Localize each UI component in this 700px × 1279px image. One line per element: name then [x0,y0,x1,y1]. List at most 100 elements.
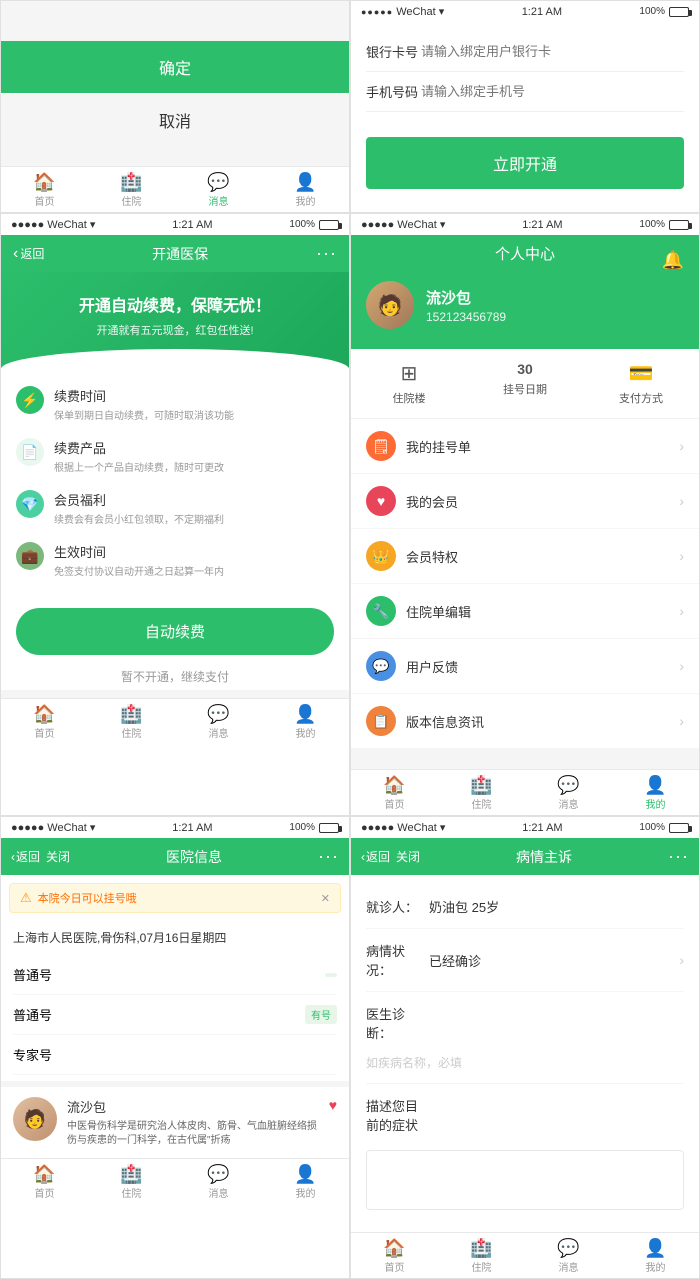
skip-link[interactable]: 暂不开通，继续支付 [1,663,349,690]
message-icon-r: 💬 [207,705,229,723]
tab-bar-hospital: 🏠 首页 🏥 住院 💬 消息 👤 我的 [1,1158,349,1204]
complaint-back-button[interactable]: ‹ 返回 [361,848,390,865]
patient-value: 奶油包 25岁 [429,897,684,916]
tab-profile-home[interactable]: 🏠 首页 [351,776,438,811]
notice-text: 本院今日可以挂号哦 [38,890,137,906]
privilege-icon: 👑 [366,541,396,571]
tab-renew-mine[interactable]: 👤 我的 [262,705,349,740]
home-icon-p: 🏠 [383,776,405,794]
feature-time-icon: ⚡ [16,386,44,414]
feature-member-desc: 续费会有会员小红包领取，不定期福利 [54,511,224,526]
quick-nav-ward[interactable]: ⊞ 住院楼 [351,361,467,406]
panel-hospital: ●●●●● WeChat ▾ 1:21 AM 100% ‹ 返回 关闭 医院信息… [0,816,350,1279]
tab-renew-home[interactable]: 🏠 首页 [1,705,88,740]
tab-renew-msg-label: 消息 [209,725,229,740]
renew-banner-sub: 开通就有五元现金，红包任性送! [16,322,334,338]
tab-hospital-label: 住院 [122,193,142,208]
hospital-close-button[interactable]: 关闭 [46,848,70,865]
dept-item-1[interactable]: 普通号 有号 [13,995,337,1035]
bank-card-input[interactable] [421,44,684,59]
feature-effect-desc: 免签支付协议自动开通之日起算一年内 [54,563,224,578]
panel-profile: ●●●●● WeChat ▾ 1:21 AM 100% 个人中心 🔔 🧑 流沙包… [350,213,700,816]
feature-member-icon: 💎 [16,490,44,518]
menu-item-edit[interactable]: 🔧 住院单编辑 › [351,584,699,639]
diagnosis-label: 医生诊断： [366,1004,421,1042]
hospital-more-icon[interactable]: ··· [318,846,339,867]
complaint-more-icon[interactable]: ··· [668,846,689,867]
feature-product-title: 续费产品 [54,438,224,457]
edit-icon: 🔧 [366,596,396,626]
tab-complaint-msg-label: 消息 [559,1259,579,1274]
dept-badge-0 [325,973,337,977]
arrow-icon-feedback: › [679,658,684,674]
bell-icon[interactable]: 🔔 [662,250,684,271]
tab-renew-msg[interactable]: 💬 消息 [175,705,262,740]
menu-item-feedback[interactable]: 💬 用户反馈 › [351,639,699,694]
privilege-label: 会员特权 [406,547,669,566]
feature-time-title: 续费时间 [54,386,234,405]
tab-profile-mine[interactable]: 👤 我的 [612,776,699,811]
doctor-desc: 中医骨伤科学是研究治人体皮肉、筋骨、气血脏腑经络损伤与疾患的一门科学，在古代属"… [67,1120,319,1148]
feature-item-member: 💎 会员福利 续费会有会员小红包领取，不定期福利 [16,482,334,534]
profile-name: 流沙包 [426,287,506,308]
dept-list: 普通号 普通号 有号 专家号 [1,955,349,1075]
tab-messages[interactable]: 💬 消息 [175,173,262,208]
auto-renew-button[interactable]: 自动续费 [16,608,334,655]
menu-item-orders[interactable]: 🗒 我的挂号单 › [351,419,699,474]
hospital-back-button[interactable]: ‹ 返回 [11,848,40,865]
feature-effect-title: 生效时间 [54,542,224,561]
tab-hospital-msg-label: 消息 [209,1185,229,1200]
arrow-icon-version: › [679,713,684,729]
tab-hospital-ward[interactable]: 🏥 住院 [88,1165,175,1200]
complaint-close-button[interactable]: 关闭 [396,848,420,865]
tab-hospital[interactable]: 🏥 住院 [88,173,175,208]
condition-row[interactable]: 病情状况： 已经确诊 › [366,929,684,992]
tab-renew-hospital[interactable]: 🏥 住院 [88,705,175,740]
feature-time-desc: 保单到期日自动续费，可随时取消该功能 [54,407,234,422]
dept-item-0[interactable]: 普通号 [13,955,337,995]
renew-more-icon[interactable]: ··· [316,243,337,264]
desc-textarea[interactable] [366,1150,684,1210]
diagnosis-row: 医生诊断： 如疾病名称，必填 [366,992,684,1084]
menu-item-member[interactable]: ♥ 我的会员 › [351,474,699,529]
patient-label: 就诊人： [366,897,421,916]
status-bar-renew: ●●●●● WeChat ▾ 1:21 AM 100% [1,214,349,235]
confirm-button[interactable]: 确定 [1,41,349,93]
notice-close-button[interactable]: ✕ [321,892,330,905]
renew-back-button[interactable]: ‹ 返回 [13,245,44,263]
home-icon-c: 🏠 [383,1239,405,1257]
panel-bank: ●●●●● WeChat ▾ 1:21 AM 100% 银行卡号 手机号码 立即… [350,0,700,213]
arrow-icon-orders: › [679,438,684,454]
open-service-button[interactable]: 立即开通 [366,137,684,189]
heart-icon[interactable]: ♥ [329,1097,337,1113]
menu-item-privilege[interactable]: 👑 会员特权 › [351,529,699,584]
tab-messages-label: 消息 [209,193,229,208]
phone-label: 手机号码 [366,82,421,101]
tab-complaint-mine[interactable]: 👤 我的 [612,1239,699,1274]
tab-complaint-home[interactable]: 🏠 首页 [351,1239,438,1274]
tab-profile-mine-label: 我的 [646,796,666,811]
diagnosis-placeholder: 如疾病名称，必填 [366,1054,462,1071]
tab-complaint-msg[interactable]: 💬 消息 [525,1239,612,1274]
tab-hospital-mine[interactable]: 👤 我的 [262,1165,349,1200]
quick-nav-payment[interactable]: 💳 支付方式 [583,361,699,406]
tab-renew-home-label: 首页 [35,725,55,740]
tab-hospital-msg[interactable]: 💬 消息 [175,1165,262,1200]
menu-item-version[interactable]: 📋 版本信息资讯 › [351,694,699,749]
cancel-button[interactable]: 取消 [1,94,349,146]
battery-icon [669,7,689,17]
calendar-icon: 30 [517,361,533,377]
profile-header: 🧑 流沙包 152123456789 [351,269,699,349]
tab-hospital-home[interactable]: 🏠 首页 [1,1165,88,1200]
tab-profile-hospital[interactable]: 🏥 住院 [438,776,525,811]
dept-item-2[interactable]: 专家号 [13,1035,337,1075]
tab-complaint-hospital[interactable]: 🏥 住院 [438,1239,525,1274]
battery-icon-hospital [319,823,339,833]
status-bar-hospital: ●●●●● WeChat ▾ 1:21 AM 100% [1,817,349,838]
feature-effect-icon: 💼 [16,542,44,570]
tab-mine[interactable]: 👤 我的 [262,173,349,208]
tab-home[interactable]: 🏠 首页 [1,173,88,208]
tab-profile-msg[interactable]: 💬 消息 [525,776,612,811]
phone-input[interactable] [421,84,684,99]
quick-nav-date[interactable]: 30 挂号日期 [467,361,583,406]
